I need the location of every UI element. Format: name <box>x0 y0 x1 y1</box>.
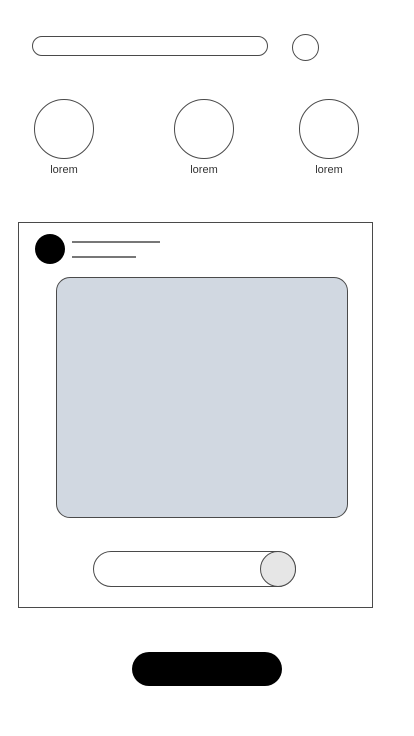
story-item[interactable]: lorem <box>34 99 94 177</box>
story-avatar[interactable] <box>174 99 234 159</box>
post-card <box>18 222 373 608</box>
story-label: lorem <box>315 164 343 176</box>
story-avatar[interactable] <box>299 99 359 159</box>
post-meta-placeholder <box>72 256 136 258</box>
toggle-switch[interactable] <box>93 551 296 587</box>
author-avatar[interactable] <box>35 234 65 264</box>
story-avatar[interactable] <box>34 99 94 159</box>
post-media[interactable] <box>56 277 348 518</box>
primary-button[interactable] <box>132 652 282 686</box>
story-item[interactable]: lorem <box>174 99 234 177</box>
story-label: lorem <box>190 164 218 176</box>
story-item[interactable]: lorem <box>299 99 359 177</box>
search-bar[interactable] <box>32 36 268 56</box>
toggle-knob[interactable] <box>260 551 296 587</box>
author-name-placeholder <box>72 241 160 243</box>
profile-button[interactable] <box>292 34 319 61</box>
screen: lorem lorem lorem <box>0 0 414 736</box>
story-label: lorem <box>50 164 78 176</box>
